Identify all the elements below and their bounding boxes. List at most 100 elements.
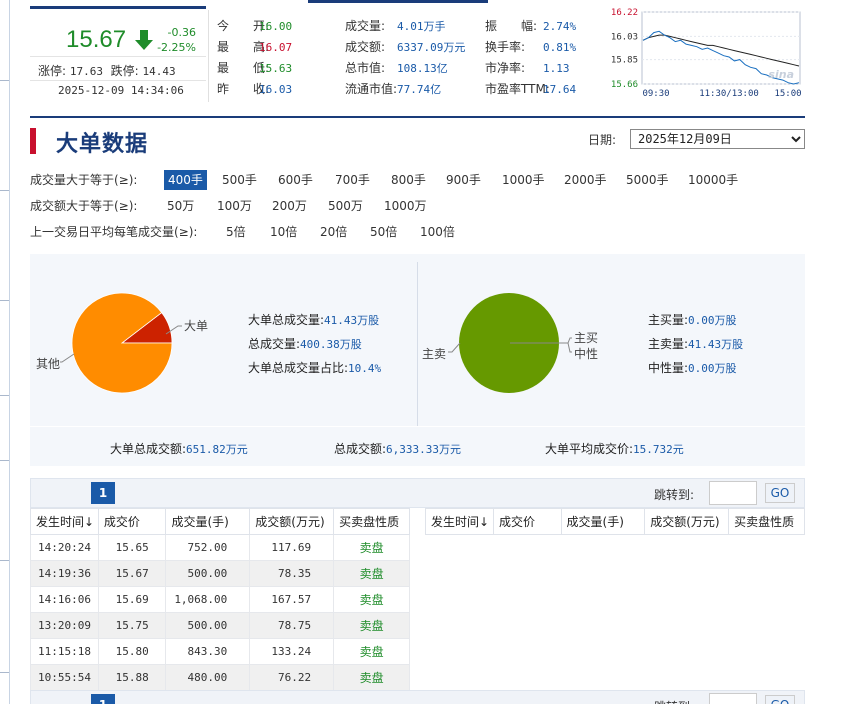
table-cell: 76.22	[249, 664, 335, 691]
date-select[interactable]: 2025年12月09日	[630, 129, 805, 149]
volume-filter-option[interactable]: 700手	[335, 170, 370, 190]
right-stat-label: 主买量:	[648, 313, 689, 327]
left-stat: 大单总成交量占比:10.4%	[248, 359, 381, 376]
amount-filter-option[interactable]: 500万	[328, 196, 363, 216]
table-cell: 15.75	[97, 612, 167, 639]
bottom-stat-label: 大单总成交额:	[110, 442, 187, 456]
quote-value: 17.64	[543, 83, 577, 96]
left-stat-value: 400.38万股	[300, 338, 362, 351]
amount-filter-option[interactable]: 100万	[217, 196, 252, 216]
mini-chart-y-tick: 16.22	[611, 8, 638, 18]
table-cell: 14:20:24	[30, 534, 99, 561]
volume-filter-option[interactable]: 600手	[278, 170, 313, 190]
table-row: 14:20:24 15.65 752.00 117.69 卖盘	[30, 534, 410, 561]
page-number-button[interactable]: 1	[91, 482, 115, 504]
table-cell: 15.80	[97, 638, 167, 665]
ratio-filter-option[interactable]: 5倍	[226, 222, 246, 242]
quote-value: 16.03	[259, 83, 293, 96]
left-stat: 总成交量:400.38万股	[248, 335, 362, 352]
table-cell: 15.65	[97, 534, 167, 561]
quote-label: 成交量:	[345, 19, 386, 33]
table-header-cell[interactable]: 买卖盘性质	[728, 508, 805, 535]
amount-filter-option[interactable]: 50万	[167, 196, 194, 216]
table-cell: 15.67	[97, 560, 167, 587]
limit-down-value: 14.43	[142, 65, 176, 78]
volume-filter-option[interactable]: 800手	[391, 170, 426, 190]
volume-filter-option[interactable]: 10000手	[688, 170, 738, 190]
jump-page-input-bottom[interactable]	[709, 693, 757, 704]
right-stat-value: 0.00万股	[688, 314, 737, 327]
table-header-cell[interactable]: 成交价	[97, 508, 167, 535]
table-cell: 167.57	[249, 586, 335, 613]
ratio-filter-option[interactable]: 50倍	[370, 222, 397, 242]
volume-filter-option[interactable]: 400手	[164, 170, 207, 190]
volume-filter-option[interactable]: 1000手	[502, 170, 545, 190]
ratio-filter-option[interactable]: 100倍	[420, 222, 455, 242]
volume-filter-option[interactable]: 900手	[446, 170, 481, 190]
quote-label: 振 幅:	[485, 19, 538, 33]
quote-top-border	[30, 6, 206, 9]
table-cell: 14:19:36	[30, 560, 99, 587]
table-cell: 133.24	[249, 638, 335, 665]
right-stat-label: 主卖量:	[648, 337, 689, 351]
table-row: 13:20:09 15.75 500.00 78.75 卖盘	[30, 612, 410, 639]
go-button-bottom[interactable]: GO	[765, 695, 795, 704]
pager-top: 1 跳转到: GO	[30, 478, 805, 508]
table-row: 10:55:54 15.88 480.00 76.22 卖盘	[30, 664, 410, 691]
pager-bottom: 1 跳转到: GO	[30, 690, 805, 704]
table-cell: 卖盘	[333, 664, 410, 691]
current-price: 15.67	[66, 26, 127, 53]
table-header-cell[interactable]: 买卖盘性质	[333, 508, 410, 535]
table-header-cell[interactable]: 成交量(手)	[560, 508, 646, 535]
left-stat: 大单总成交量:41.43万股	[248, 311, 379, 328]
table-cell: 117.69	[249, 534, 335, 561]
limit-prices: 涨停: 17.63 跌停: 14.43	[38, 64, 176, 78]
mini-chart-y-tick: 15.85	[611, 56, 638, 66]
right-stat-value: 0.00万股	[688, 362, 737, 375]
right-stat: 主卖量:41.43万股	[648, 335, 743, 352]
volume-filter-label: 成交量大于等于(≥):	[30, 173, 138, 187]
section-top-line	[30, 116, 805, 118]
limit-up-value: 17.63	[69, 65, 103, 78]
table-row: 14:16:06 15.69 1,068.00 167.57 卖盘	[30, 586, 410, 613]
table-header-cell[interactable]: 成交价	[492, 508, 562, 535]
amount-filter-option[interactable]: 200万	[272, 196, 307, 216]
amount-filter-option[interactable]: 1000万	[384, 196, 427, 216]
pie2-slice-label: 中性	[574, 346, 598, 361]
pie2-slice-label: 主买	[574, 331, 598, 345]
table-header-cell[interactable]: 发生时间↓	[425, 508, 494, 535]
bottom-stat-value: 15.732元	[633, 443, 684, 456]
volume-filter-option[interactable]: 500手	[222, 170, 257, 190]
section-title: 大单数据	[56, 132, 149, 157]
pie2-leader-line	[448, 342, 461, 353]
table-header-cell[interactable]: 成交额(万元)	[644, 508, 730, 535]
volume-filter-option[interactable]: 2000手	[564, 170, 607, 190]
table-cell: 卖盘	[333, 586, 410, 613]
quote-label: 换手率:	[485, 40, 526, 54]
page-number-button-bottom[interactable]: 1	[91, 694, 115, 704]
table-header-cell[interactable]: 成交量(手)	[165, 508, 251, 535]
quote-grid: 今 开: 16.00 成交量: 4.01万手振 幅: 2.74% 最 高: 16.07 成交额…	[208, 10, 598, 102]
right-stat-label: 中性量:	[648, 361, 689, 375]
quote-value: 15.63	[259, 62, 293, 75]
quote-value: 77.74亿	[397, 83, 442, 96]
intraday-mini-chart: 16.22 16.03 15.85 15.66 09:30 11:30/13:00 15:0…	[611, 8, 802, 98]
table-header-cell[interactable]: 发生时间↓	[30, 508, 99, 535]
table-cell: 500.00	[165, 560, 251, 587]
bottom-stat-value: 6,333.33万元	[386, 443, 462, 456]
go-button[interactable]: GO	[765, 483, 795, 503]
big-order-ratio-pie: 大单其他	[36, 292, 208, 394]
table-cell: 843.30	[165, 638, 251, 665]
right-stat-value: 41.43万股	[688, 338, 744, 351]
right-stat: 中性量:0.00万股	[648, 359, 737, 376]
table-cell: 13:20:09	[30, 612, 99, 639]
table-cell: 752.00	[165, 534, 251, 561]
volume-filter-option[interactable]: 5000手	[626, 170, 669, 190]
quote-value: 2.74%	[543, 20, 577, 33]
jump-page-input[interactable]	[709, 481, 757, 505]
table-cell: 78.35	[249, 560, 335, 587]
table-header-cell[interactable]: 成交额(万元)	[249, 508, 335, 535]
table-row: 14:19:36 15.67 500.00 78.35 卖盘	[30, 560, 410, 587]
ratio-filter-option[interactable]: 10倍	[270, 222, 297, 242]
ratio-filter-option[interactable]: 20倍	[320, 222, 347, 242]
